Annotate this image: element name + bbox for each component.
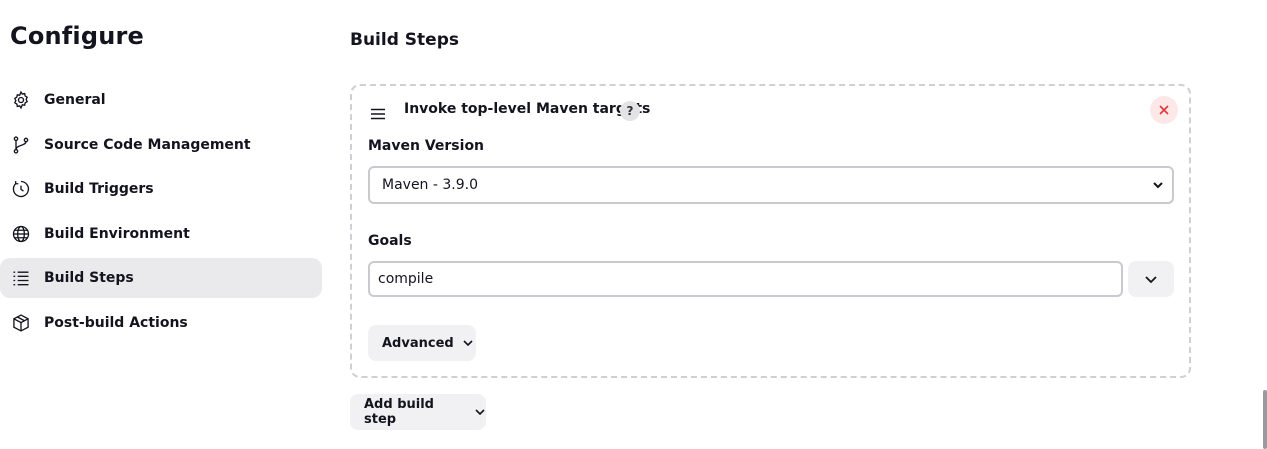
- chevron-down-icon: [1145, 276, 1157, 284]
- chevron-down-icon: [1152, 179, 1164, 195]
- remove-step-button[interactable]: [1150, 96, 1178, 124]
- drag-handle-icon[interactable]: [370, 105, 388, 120]
- sidebar-item-build-triggers[interactable]: Build Triggers: [0, 169, 322, 209]
- chevron-down-icon: [462, 337, 474, 349]
- gear-icon: [10, 89, 32, 111]
- page-title: Configure: [10, 22, 145, 50]
- sidebar-item-source-code-management[interactable]: Source Code Management: [0, 125, 322, 165]
- sidebar-item-post-build-actions[interactable]: Post-build Actions: [0, 303, 322, 343]
- chevron-down-icon: [474, 406, 486, 418]
- add-build-step-button[interactable]: Add build step: [350, 394, 486, 430]
- goals-value: compile: [378, 271, 434, 287]
- maven-version-value: Maven - 3.9.0: [382, 177, 479, 193]
- sidebar: General Source Code Management Build Tri…: [0, 80, 322, 348]
- sidebar-item-label: Post-build Actions: [44, 314, 188, 331]
- sidebar-item-label: Build Triggers: [44, 181, 154, 198]
- build-step-title: Invoke top-level Maven targets: [404, 101, 651, 117]
- goals-input[interactable]: compile: [368, 261, 1123, 297]
- sidebar-item-label: General: [44, 92, 106, 108]
- maven-version-label: Maven Version: [368, 138, 485, 154]
- sidebar-item-label: Build Environment: [44, 225, 190, 242]
- expand-goals-button[interactable]: [1128, 261, 1174, 297]
- advanced-button[interactable]: Advanced: [368, 325, 476, 361]
- sidebar-item-label: Source Code Management: [44, 136, 251, 153]
- section-title: Build Steps: [350, 30, 459, 50]
- add-build-step-label: Add build step: [364, 397, 434, 427]
- advanced-label: Advanced: [382, 335, 454, 351]
- sidebar-item-build-environment[interactable]: Build Environment: [0, 214, 322, 254]
- build-step-card: Invoke top-level Maven targets ? Maven V…: [350, 84, 1191, 378]
- help-icon[interactable]: ?: [620, 101, 640, 121]
- scrollbar[interactable]: [1263, 390, 1267, 449]
- goals-label: Goals: [368, 233, 412, 249]
- globe-icon: [10, 223, 32, 245]
- branch-icon: [10, 134, 32, 156]
- sidebar-item-build-steps[interactable]: Build Steps: [0, 258, 322, 299]
- package-icon: [10, 312, 32, 334]
- list-icon: [10, 267, 32, 289]
- maven-version-select[interactable]: Maven - 3.9.0: [368, 166, 1174, 204]
- sidebar-item-general[interactable]: General: [0, 80, 322, 120]
- close-icon: [1159, 105, 1169, 115]
- clock-icon: [10, 178, 32, 200]
- sidebar-item-label: Build Steps: [44, 270, 134, 287]
